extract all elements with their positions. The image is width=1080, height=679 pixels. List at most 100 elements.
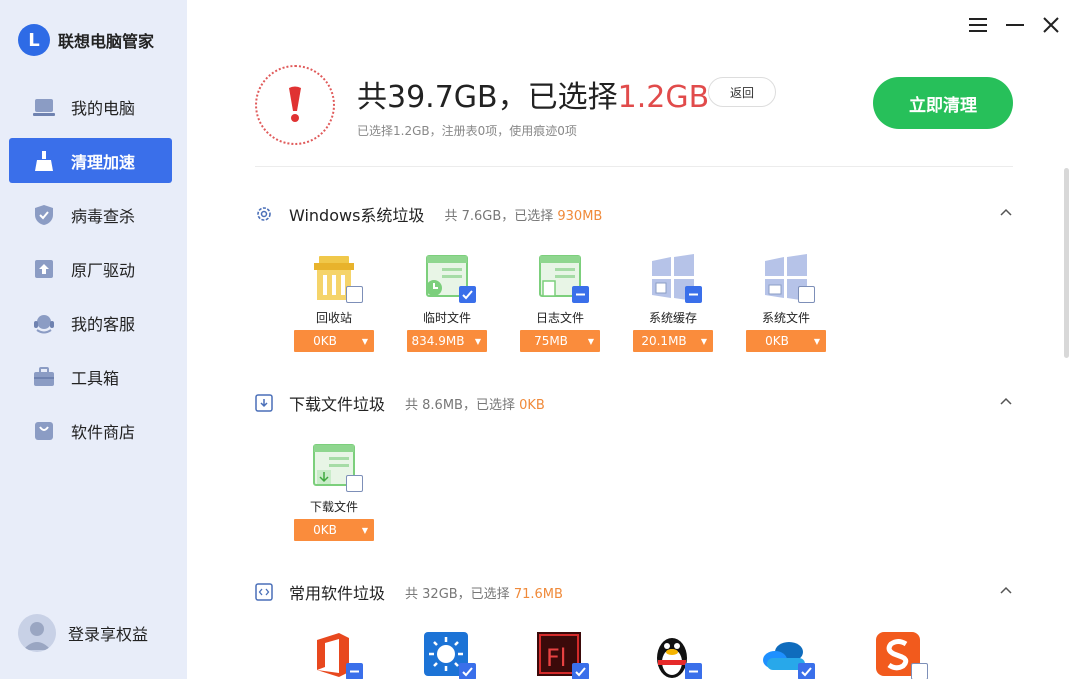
login-button[interactable]: 登录享权益 (18, 614, 148, 652)
sidebar-item-support[interactable]: 我的客服 (9, 300, 172, 345)
sidebar-item-label: 我的客服 (71, 314, 136, 334)
select-checkbox[interactable] (685, 286, 702, 303)
clean-item-system-cache: 系统缓存 20.1MB ▼ (633, 253, 713, 352)
sidebar-item-toolbox[interactable]: 工具箱 (9, 354, 172, 399)
section-header-windows: Windows系统垃圾 共 7.6GB，已选择 930MB (255, 202, 602, 226)
download-files-icon (309, 442, 363, 492)
select-checkbox[interactable] (459, 663, 476, 679)
sidebar: L 联想电脑管家 我的电脑 清理加速 病毒查杀 原厂驱动 我的客服 工具箱 软件… (0, 0, 187, 679)
select-checkbox[interactable] (911, 663, 928, 679)
section-title: Windows系统垃圾 (289, 206, 425, 225)
clean-item-system-files: 系统文件 0KB ▼ (746, 253, 826, 352)
item-label: 系统缓存 (648, 311, 697, 325)
menu-icon[interactable] (967, 14, 989, 36)
laptop-icon (33, 96, 55, 118)
sidebar-item-label: 我的电脑 (71, 98, 136, 118)
size-dropdown[interactable]: 0KB ▼ (746, 330, 826, 352)
item-label: 临时文件 (422, 311, 471, 325)
temp-files-icon (422, 253, 476, 303)
caret-down-icon: ▼ (813, 336, 821, 346)
select-checkbox[interactable] (459, 286, 476, 303)
flash-icon: Fl (535, 630, 589, 679)
item-label: 回收站 (315, 311, 352, 325)
size-value: 0KB (765, 334, 789, 348)
size-value: 0KB (313, 523, 337, 537)
collapse-toggle-downloads[interactable] (996, 391, 1016, 411)
caret-down-icon: ▼ (700, 336, 708, 346)
size-value: 20.1MB (641, 334, 687, 348)
app-logo-icon: L (18, 24, 50, 56)
sidebar-item-label: 清理加速 (71, 152, 136, 172)
size-dropdown[interactable]: 0KB ▼ (294, 330, 374, 352)
svg-text:Fl: Fl (546, 644, 566, 672)
headset-icon (33, 312, 55, 334)
collapse-toggle-software[interactable] (996, 580, 1016, 600)
clean-item-recycle-bin: 回收站 0KB ▼ (294, 253, 374, 352)
select-checkbox[interactable] (346, 475, 363, 492)
section-meta-total: 共 7.6GB，已选择 (444, 208, 554, 224)
size-value: 0KB (313, 334, 337, 348)
sidebar-item-label: 工具箱 (71, 368, 120, 388)
broom-icon (33, 150, 55, 172)
minimize-icon[interactable] (1004, 14, 1026, 36)
recycle-bin-icon (309, 253, 363, 303)
sidebar-item-my-computer[interactable]: 我的电脑 (9, 84, 172, 129)
weather-app-icon (422, 630, 476, 679)
shield-icon (33, 204, 55, 226)
summary-prefix: 共39.7GB，已选择 (357, 80, 618, 115)
close-icon[interactable] (1040, 14, 1062, 36)
sogou-icon (874, 630, 928, 679)
clean-item-download-files: 下载文件 0KB ▼ (294, 442, 374, 541)
size-value: 75MB (534, 334, 568, 348)
sidebar-item-antivirus[interactable]: 病毒查杀 (9, 192, 172, 237)
select-checkbox[interactable] (798, 663, 815, 679)
login-label: 登录享权益 (68, 625, 149, 644)
sidebar-item-label: 原厂驱动 (71, 260, 136, 280)
select-checkbox[interactable] (572, 663, 589, 679)
section-meta: 共 7.6GB，已选择 930MB (444, 205, 602, 224)
code-box-icon (255, 583, 273, 601)
size-dropdown[interactable]: 75MB ▼ (520, 330, 600, 352)
section-meta-selected: 930MB (557, 208, 603, 224)
clean-now-button[interactable]: 立即清理 (873, 77, 1013, 129)
caret-down-icon: ▼ (587, 336, 595, 346)
section-meta: 共 32GB，已选择 71.6MB (405, 583, 563, 602)
size-dropdown[interactable]: 20.1MB ▼ (633, 330, 713, 352)
select-checkbox[interactable] (346, 286, 363, 303)
software-item-flash: Fl (535, 630, 589, 679)
store-bag-icon (33, 420, 55, 442)
software-item-weather (422, 630, 476, 679)
toolbox-icon (33, 366, 55, 388)
select-checkbox[interactable] (798, 286, 815, 303)
software-item-office (309, 630, 363, 679)
summary-selected: 1.2GB (617, 80, 710, 115)
sidebar-item-cleanup[interactable]: 清理加速 (9, 138, 172, 183)
software-item-qq (648, 630, 702, 679)
item-label: 日志文件 (535, 311, 584, 325)
clean-item-log-files: 日志文件 75MB ▼ (520, 253, 600, 352)
caret-down-icon: ▼ (361, 525, 369, 535)
select-checkbox[interactable] (685, 663, 702, 679)
select-checkbox[interactable] (346, 663, 363, 679)
back-button[interactable]: 返回 (708, 77, 776, 107)
section-header-software: 常用软件垃圾 共 32GB，已选择 71.6MB (255, 580, 563, 604)
system-cache-icon (648, 253, 702, 303)
sidebar-item-label: 病毒查杀 (71, 206, 136, 226)
brand: L 联想电脑管家 (18, 24, 154, 56)
section-meta: 共 8.6MB，已选择 0KB (405, 394, 545, 413)
sidebar-item-drivers[interactable]: 原厂驱动 (9, 246, 172, 291)
clean-item-temp-files: 临时文件 834.9MB ▼ (407, 253, 487, 352)
caret-down-icon: ▼ (361, 336, 369, 346)
onedrive-icon (761, 630, 815, 679)
size-dropdown[interactable]: 834.9MB ▼ (407, 330, 487, 352)
select-checkbox[interactable] (572, 286, 589, 303)
warning-icon (255, 65, 335, 145)
section-meta-selected: 71.6MB (513, 586, 563, 602)
scrollbar[interactable] (1064, 168, 1069, 358)
section-title: 常用软件垃圾 (289, 584, 386, 603)
size-dropdown[interactable]: 0KB ▼ (294, 519, 374, 541)
section-meta-total: 共 8.6MB，已选择 (405, 397, 515, 413)
sidebar-item-store[interactable]: 软件商店 (9, 408, 172, 453)
collapse-toggle-windows[interactable] (996, 202, 1016, 222)
caret-down-icon: ▼ (474, 336, 482, 346)
